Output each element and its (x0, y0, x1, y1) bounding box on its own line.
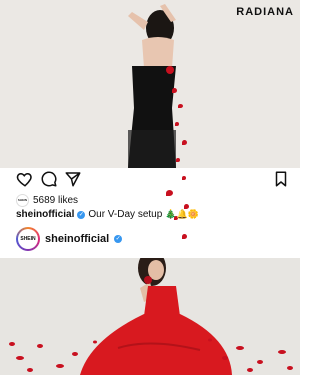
rose-petal (182, 140, 187, 145)
caption-emojis: 🎄🔔🌼 (165, 209, 199, 219)
bookmark-icon[interactable] (272, 170, 290, 188)
rose-petal (178, 104, 183, 108)
profile-username[interactable]: sheinofficial (45, 233, 109, 245)
likes-row[interactable]: SHEIN 5689 likes (16, 193, 78, 207)
mini-avatar: SHEIN (16, 193, 29, 207)
rose-petal (166, 190, 173, 196)
rose-petal (172, 88, 177, 93)
verified-badge-icon: ✓ (114, 235, 123, 243)
verified-badge-icon: ✓ (77, 210, 86, 219)
post-actions-bar (0, 168, 300, 190)
share-icon[interactable] (64, 170, 82, 188)
avatar-logo-text: SHEIN (18, 229, 38, 249)
caption-username[interactable]: sheinofficial (16, 209, 74, 220)
post-caption: sheinofficial ✓ Our V-Day setup 🎄🔔🌼 (16, 209, 199, 220)
rose-petal (182, 234, 187, 239)
post-image-bottom[interactable] (0, 258, 300, 375)
likes-count: 5689 likes (33, 194, 79, 206)
profile-avatar[interactable]: SHEIN (16, 227, 40, 251)
caption-text: Our V-Day setup (88, 209, 163, 220)
rose-petal (175, 122, 179, 126)
profile-header[interactable]: SHEIN sheinofficial ✓ (16, 227, 123, 251)
rose-petal (176, 158, 180, 162)
comment-icon[interactable] (40, 170, 58, 188)
brand-watermark: RADIANA (236, 6, 294, 18)
heart-icon[interactable] (16, 170, 34, 188)
model-black-dress-illustration (0, 0, 300, 168)
model-red-dress-illustration (0, 258, 300, 375)
post-image-top[interactable]: RADIANA (0, 0, 300, 168)
